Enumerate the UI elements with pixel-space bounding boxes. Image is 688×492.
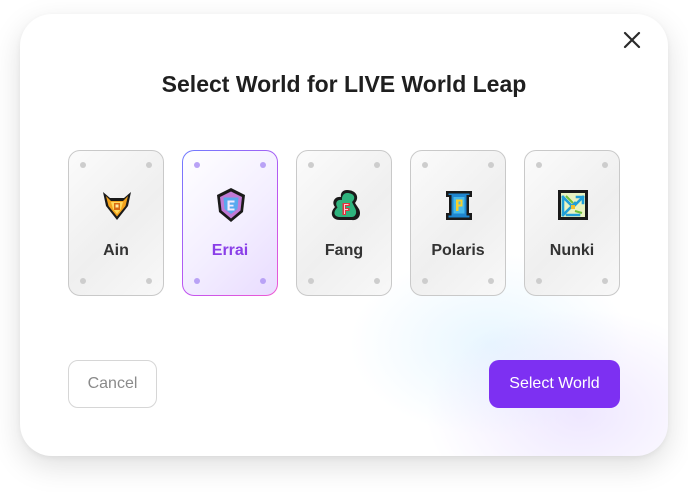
card-rivet	[194, 278, 200, 284]
card-rivet	[146, 278, 152, 284]
dialog-title: Select World for LIVE World Leap	[161, 71, 527, 97]
card-rivet	[146, 162, 152, 168]
card-rivet	[422, 278, 428, 284]
world-card-fang[interactable]: Fang	[296, 150, 392, 296]
world-card-label: Errai	[211, 242, 249, 259]
polaris-world-icon	[439, 185, 479, 225]
card-rivet	[602, 278, 608, 284]
world-card-polaris[interactable]: Polaris	[410, 150, 506, 296]
ain-world-icon	[97, 185, 137, 225]
card-rivet	[374, 278, 380, 284]
world-card-errai[interactable]: Errai	[182, 150, 278, 296]
card-rivet	[308, 162, 314, 168]
card-rivet	[488, 162, 494, 168]
card-rivet	[260, 278, 266, 284]
card-rivet	[536, 278, 542, 284]
world-card-label: Nunki	[549, 242, 595, 259]
card-rivet	[308, 278, 314, 284]
close-icon	[623, 31, 641, 49]
world-card-nunki[interactable]: Nunki	[524, 150, 620, 296]
card-rivet	[422, 162, 428, 168]
errai-world-icon	[211, 185, 251, 225]
nunki-world-icon	[553, 185, 593, 225]
card-rivet	[260, 162, 266, 168]
card-rivet	[80, 162, 86, 168]
card-rivet	[194, 162, 200, 168]
world-card-label: Fang	[324, 242, 364, 259]
select-world-dialog: Select World for LIVE World Leap Ain Err…	[20, 14, 668, 456]
card-rivet	[374, 162, 380, 168]
cancel-button[interactable]: Cancel	[68, 360, 157, 408]
card-rivet	[488, 278, 494, 284]
select-world-button[interactable]: Select World	[489, 360, 620, 408]
close-button[interactable]	[620, 28, 644, 52]
card-rivet	[602, 162, 608, 168]
world-card-label: Polaris	[431, 242, 485, 259]
card-rivet	[80, 278, 86, 284]
card-rivet	[536, 162, 542, 168]
world-card-label: Ain	[103, 242, 129, 259]
fang-world-icon	[325, 185, 365, 225]
world-card-ain[interactable]: Ain	[68, 150, 164, 296]
